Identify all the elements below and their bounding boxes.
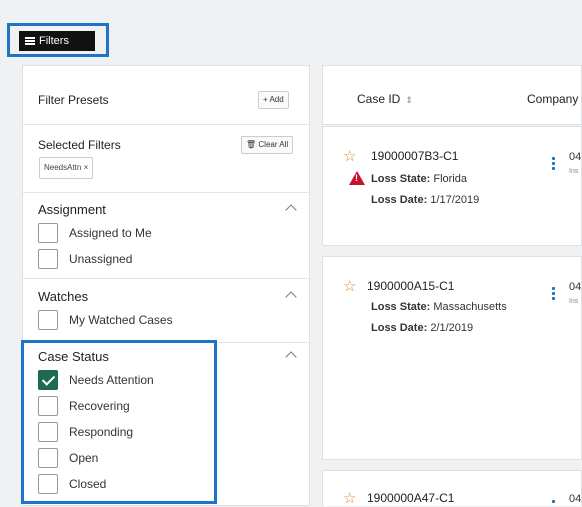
case-card[interactable]: ☆ 1900000A47-C1 04 xyxy=(322,470,582,506)
checkbox-checked[interactable] xyxy=(38,370,58,390)
watches-title: Watches xyxy=(38,289,89,304)
checkbox-label: Responding xyxy=(69,425,134,439)
top-toolbar: Filters xyxy=(0,0,582,62)
checkbox[interactable] xyxy=(38,249,58,269)
star-icon[interactable]: ☆ xyxy=(343,279,356,294)
filter-presets-title: Filter Presets xyxy=(38,93,109,107)
selected-filters-title: Selected Filters xyxy=(38,138,121,152)
checkbox-needs-attention[interactable]: Needs Attention xyxy=(38,369,154,391)
date-value: 04 xyxy=(569,493,582,505)
loss-date: Loss Date: 1/17/2019 xyxy=(371,194,479,206)
sort-icon[interactable]: ⇕ xyxy=(405,95,413,106)
loss-date-label: Loss Date: xyxy=(371,194,428,206)
insurer-label: Ins xyxy=(569,298,579,305)
checkbox-my-watched-cases[interactable]: My Watched Cases xyxy=(38,309,173,331)
checkbox-open[interactable]: Open xyxy=(38,447,98,469)
assignment-section: Assignment Assigned to Me Unassigned xyxy=(23,192,309,279)
loss-state-label: Loss State: xyxy=(371,173,431,185)
case-status-title: Case Status xyxy=(38,349,109,364)
case-card[interactable]: ☆ 19000007B3-C1 ! Loss State: Florida Lo… xyxy=(322,126,582,246)
chevron-up-icon[interactable] xyxy=(285,291,297,303)
star-icon[interactable]: ☆ xyxy=(343,149,356,164)
checkbox-label: Open xyxy=(69,451,99,465)
trash-icon: 🗑 xyxy=(246,140,257,149)
loss-state-value: Massachusetts xyxy=(433,301,507,313)
more-options-icon[interactable] xyxy=(552,287,555,302)
checkbox-label: Needs Attention xyxy=(69,373,154,387)
checkbox-label: Assigned to Me xyxy=(69,226,152,240)
filter-presets-section: Filter Presets + Add xyxy=(23,66,309,125)
warning-icon: ! xyxy=(349,171,365,185)
filters-button[interactable]: Filters xyxy=(19,31,95,51)
assignment-title: Assignment xyxy=(38,202,106,217)
clear-all-label: Clear All xyxy=(258,140,289,149)
loss-date-value: 2/1/2019 xyxy=(430,322,474,334)
checkbox-label: Unassigned xyxy=(69,252,133,266)
selected-filter-tag[interactable]: NeedsAttn × xyxy=(39,157,94,179)
chevron-up-icon[interactable] xyxy=(285,204,297,216)
loss-state: Loss State: Massachusetts xyxy=(371,301,507,313)
date-value: 04 xyxy=(569,151,582,163)
loss-date-label: Loss Date: xyxy=(371,322,428,334)
filters-button-highlight: Filters xyxy=(7,23,109,57)
insurer-label: Ins xyxy=(569,168,579,175)
case-card[interactable]: ☆ 1900000A15-C1 Loss State: Massachusett… xyxy=(322,256,582,460)
date-value: 04 xyxy=(569,281,582,293)
checkbox[interactable] xyxy=(38,223,58,243)
checkbox-label: Recovering xyxy=(69,399,130,413)
loss-date: Loss Date: 2/1/2019 xyxy=(371,322,473,334)
case-status-section: Case Status Needs Attention Recovering R… xyxy=(23,342,309,506)
loss-state-label: Loss State: xyxy=(371,301,431,313)
case-id[interactable]: 19000007B3-C1 xyxy=(371,149,458,163)
checkbox[interactable] xyxy=(38,422,58,442)
checkbox-assigned-to-me[interactable]: Assigned to Me xyxy=(38,222,152,244)
clear-all-button[interactable]: 🗑 Clear All xyxy=(241,136,294,154)
column-header-company[interactable]: Company xyxy=(527,92,578,106)
loss-state-value: Florida xyxy=(433,173,467,185)
results-header: Case ID ⇕ Company xyxy=(322,65,582,125)
loss-state: Loss State: Florida xyxy=(371,173,467,185)
checkbox[interactable] xyxy=(38,474,58,494)
filter-panel: Filter Presets + Add Selected Filters 🗑 … xyxy=(22,65,310,506)
checkbox-recovering[interactable]: Recovering xyxy=(38,395,130,417)
checkbox[interactable] xyxy=(38,310,58,330)
more-options-icon[interactable] xyxy=(552,500,555,505)
filter-list-icon xyxy=(25,37,35,45)
filters-button-label: Filters xyxy=(39,35,69,47)
case-id[interactable]: 1900000A47-C1 xyxy=(367,491,454,505)
add-preset-button[interactable]: + Add xyxy=(258,91,289,109)
chevron-up-icon[interactable] xyxy=(285,351,297,363)
checkbox[interactable] xyxy=(38,396,58,416)
selected-filters-section: Selected Filters 🗑 Clear All NeedsAttn × xyxy=(23,124,309,193)
checkbox-closed[interactable]: Closed xyxy=(38,473,106,495)
column-header-label: Case ID xyxy=(357,92,401,106)
watches-section: Watches My Watched Cases xyxy=(23,278,309,343)
column-header-case-id[interactable]: Case ID ⇕ xyxy=(357,92,413,106)
checkbox-unassigned[interactable]: Unassigned xyxy=(38,248,132,270)
checkbox-responding[interactable]: Responding xyxy=(38,421,133,443)
loss-date-value: 1/17/2019 xyxy=(430,194,480,206)
more-options-icon[interactable] xyxy=(552,157,555,172)
checkbox-label: Closed xyxy=(69,477,107,491)
checkbox-label: My Watched Cases xyxy=(69,313,173,327)
star-icon[interactable]: ☆ xyxy=(343,491,356,506)
case-id[interactable]: 1900000A15-C1 xyxy=(367,279,454,293)
checkbox[interactable] xyxy=(38,448,58,468)
